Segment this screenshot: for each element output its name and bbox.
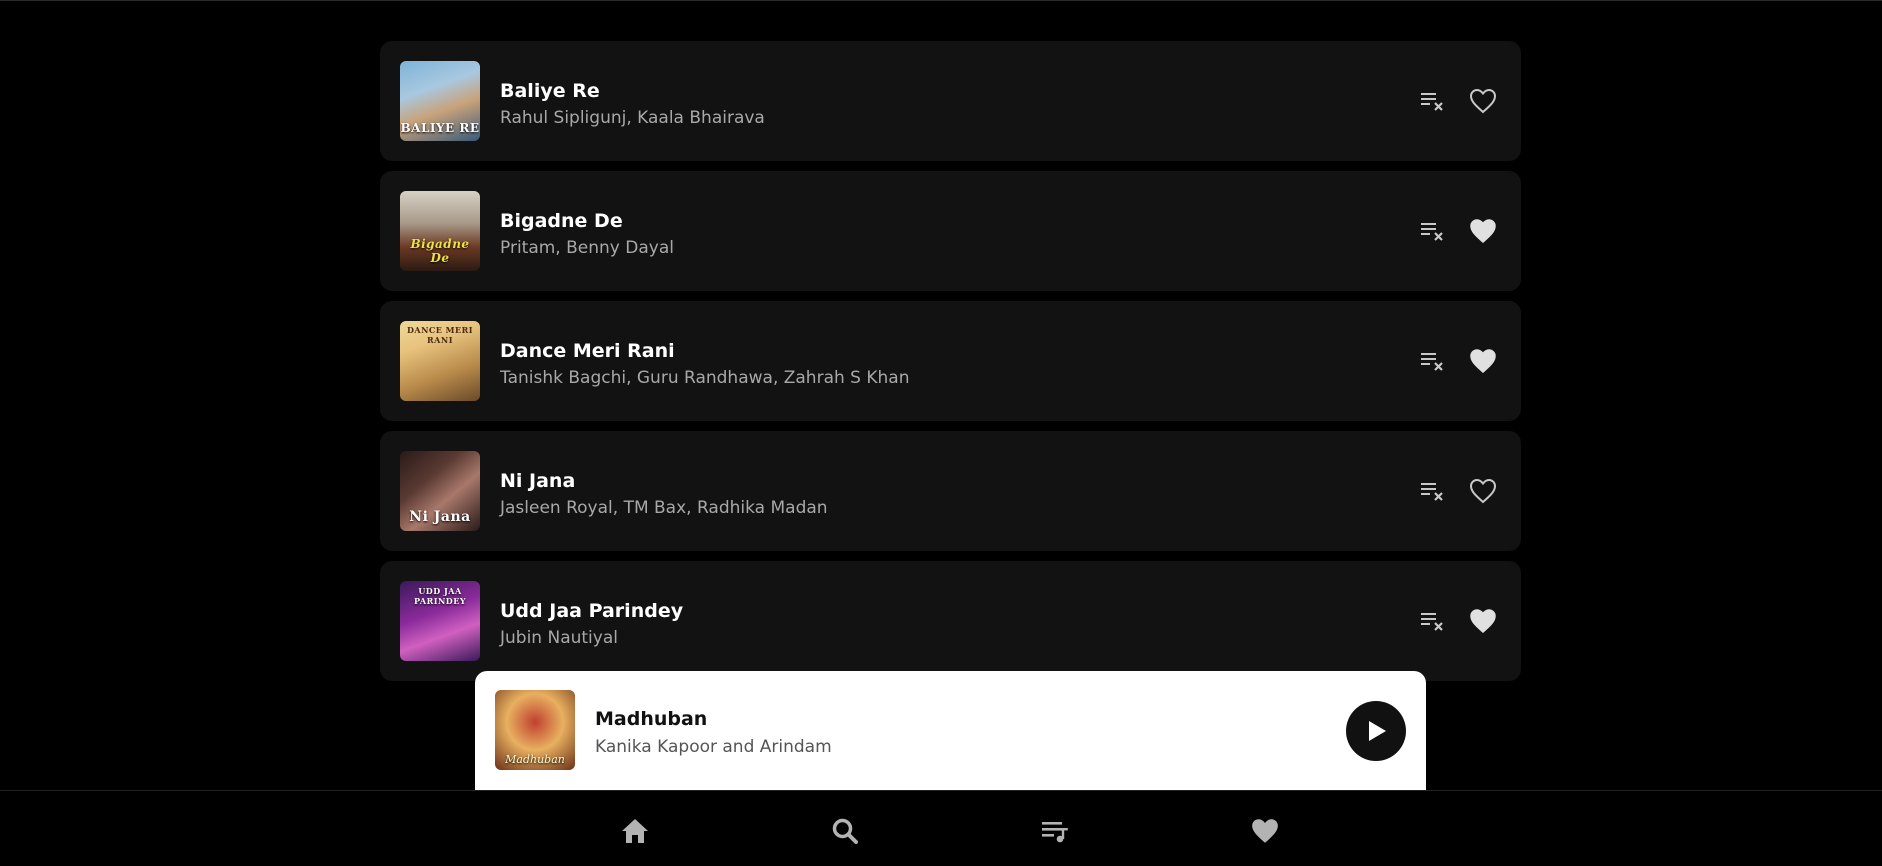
song-info: Baliye Re Rahul Sipligunj, Kaala Bhairav… xyxy=(500,79,765,130)
song-title[interactable]: Udd Jaa Parindey xyxy=(500,599,683,623)
playlist-remove-icon[interactable] xyxy=(1420,348,1446,374)
play-button[interactable] xyxy=(1346,701,1406,761)
song-card[interactable]: UDD JAA PARINDEY Udd Jaa Parindey Jubin … xyxy=(380,561,1521,681)
song-info: Bigadne De Pritam, Benny Dayal xyxy=(500,209,674,260)
song-card[interactable]: DANCE MERI RANI Dance Meri Rani Tanishk … xyxy=(380,301,1521,421)
search-icon[interactable] xyxy=(830,816,860,846)
song-title[interactable]: Baliye Re xyxy=(500,79,765,103)
now-playing-cover: Madhuban xyxy=(495,690,575,770)
song-list: BALIYE RE Baliye Re Rahul Sipligunj, Kaa… xyxy=(380,41,1521,691)
album-cover: Bigadne De xyxy=(400,191,480,271)
heart-icon[interactable] xyxy=(1250,816,1280,846)
album-cover: Ni Jana xyxy=(400,451,480,531)
song-info: Ni Jana Jasleen Royal, TM Bax, Radhika M… xyxy=(500,469,828,520)
play-icon xyxy=(1369,721,1386,741)
song-card[interactable]: BALIYE RE Baliye Re Rahul Sipligunj, Kaa… xyxy=(380,41,1521,161)
playlist-remove-icon[interactable] xyxy=(1420,88,1446,114)
song-info: Udd Jaa Parindey Jubin Nautiyal xyxy=(500,599,683,650)
song-card[interactable]: Bigadne De Bigadne De Pritam, Benny Daya… xyxy=(380,171,1521,291)
album-cover: DANCE MERI RANI xyxy=(400,321,480,401)
heart-filled-icon[interactable] xyxy=(1469,218,1497,244)
song-artist: Tanishk Bagchi, Guru Randhawa, Zahrah S … xyxy=(500,368,910,388)
now-playing-info: Madhuban Kanika Kapoor and Arindam xyxy=(595,707,832,759)
cover-caption: BALIYE RE xyxy=(400,121,480,135)
now-playing-title: Madhuban xyxy=(595,708,708,730)
cover-caption: Bigadne De xyxy=(410,237,470,265)
playlist-remove-icon[interactable] xyxy=(1420,478,1446,504)
cover-caption: DANCE MERI RANI xyxy=(406,325,474,345)
song-artist: Pritam, Benny Dayal xyxy=(500,238,674,258)
playlist-icon[interactable] xyxy=(1040,816,1070,846)
now-playing-bar[interactable]: Madhuban Madhuban Kanika Kapoor and Arin… xyxy=(475,671,1426,790)
bottom-nav xyxy=(0,790,1882,866)
heart-filled-icon[interactable] xyxy=(1469,608,1497,634)
song-artist: Jubin Nautiyal xyxy=(500,628,618,648)
heart-outline-icon[interactable] xyxy=(1469,88,1497,114)
song-title[interactable]: Ni Jana xyxy=(500,469,828,493)
heart-outline-icon[interactable] xyxy=(1469,478,1497,504)
song-artist: Jasleen Royal, TM Bax, Radhika Madan xyxy=(500,498,828,518)
now-playing-artist: Kanika Kapoor and Arindam xyxy=(595,737,832,757)
cover-caption: Madhuban xyxy=(505,753,565,766)
song-title[interactable]: Bigadne De xyxy=(500,209,674,233)
home-icon[interactable] xyxy=(620,816,650,846)
playlist-remove-icon[interactable] xyxy=(1420,218,1446,244)
song-card[interactable]: Ni Jana Ni Jana Jasleen Royal, TM Bax, R… xyxy=(380,431,1521,551)
top-border xyxy=(0,0,1882,1)
cover-caption: UDD JAA PARINDEY xyxy=(413,586,467,606)
album-cover: UDD JAA PARINDEY xyxy=(400,581,480,661)
song-info: Dance Meri Rani Tanishk Bagchi, Guru Ran… xyxy=(500,339,909,390)
cover-caption: Ni Jana xyxy=(409,509,471,525)
album-cover: BALIYE RE xyxy=(400,61,480,141)
heart-filled-icon[interactable] xyxy=(1469,348,1497,374)
song-title[interactable]: Dance Meri Rani xyxy=(500,339,909,363)
playlist-remove-icon[interactable] xyxy=(1420,608,1446,634)
song-artist: Rahul Sipligunj, Kaala Bhairava xyxy=(500,108,765,128)
